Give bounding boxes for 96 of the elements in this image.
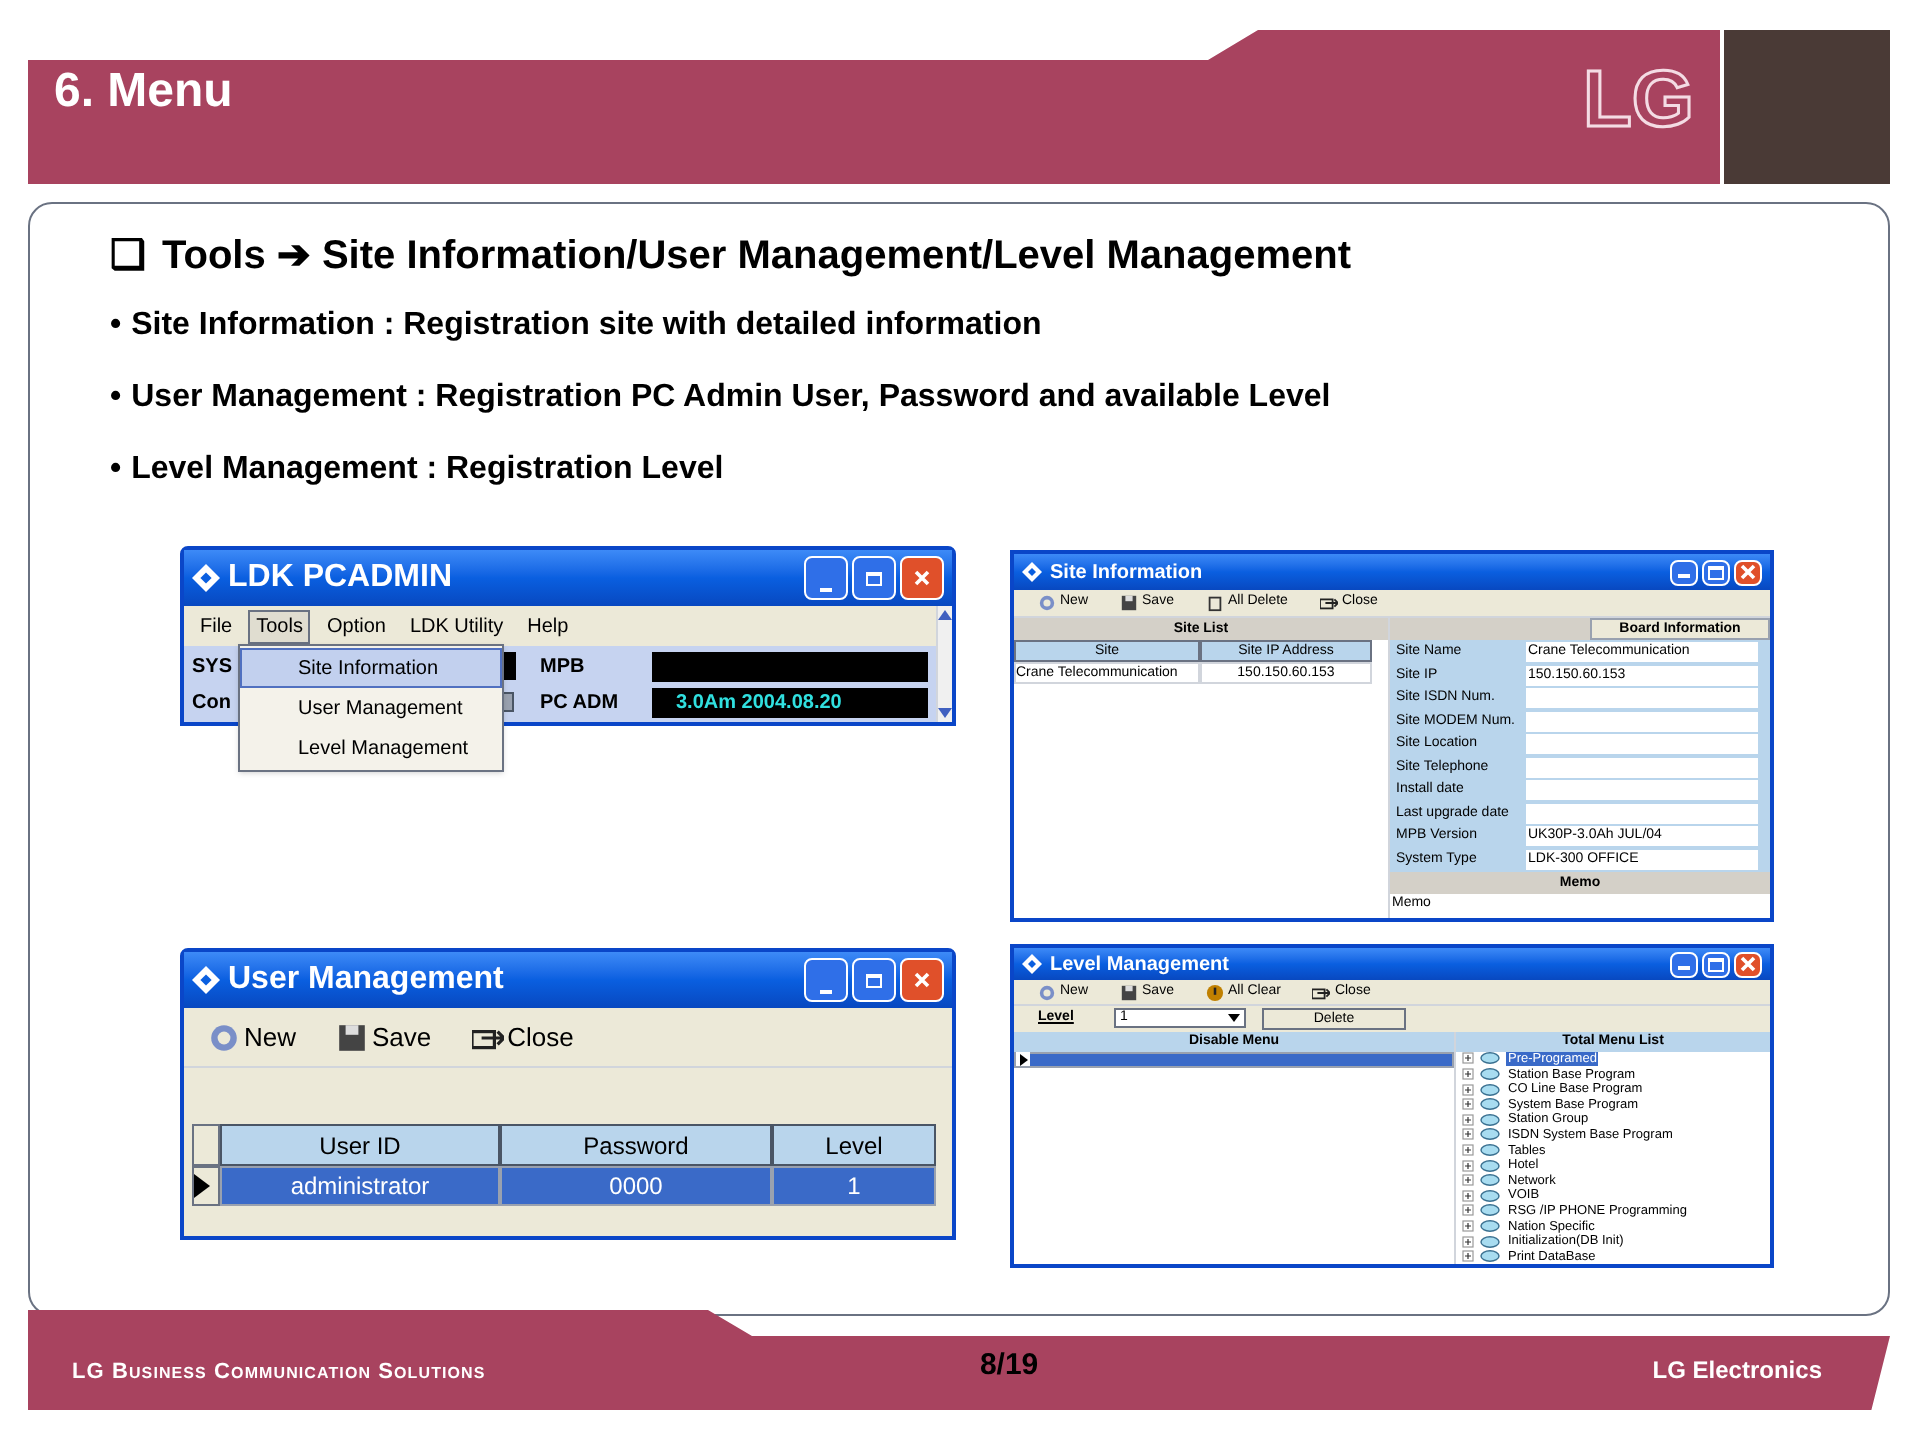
- close-icon: [914, 570, 930, 586]
- status-label: Con: [192, 689, 233, 717]
- caret-icon: [1228, 1014, 1240, 1023]
- logo: LG: [1582, 60, 1694, 140]
- scroll-down-icon: [938, 708, 952, 718]
- window-title: Site Information: [1050, 559, 1203, 587]
- text-field[interactable]: [1526, 780, 1758, 801]
- diamond-icon: [192, 564, 220, 592]
- diamond-icon: [1022, 954, 1042, 975]
- close-button[interactable]: [900, 958, 944, 1002]
- column-header: User ID: [220, 1124, 500, 1166]
- minimize-button[interactable]: [1670, 559, 1698, 585]
- minimize-icon: [1678, 965, 1690, 970]
- bullet-text: Site Information : Registration site with detailed information: [131, 306, 1042, 346]
- menu-option[interactable]: Level Management: [240, 728, 502, 768]
- maximize-button[interactable]: [1702, 951, 1730, 978]
- toolbar-button[interactable]: Close: [471, 1017, 574, 1057]
- expand-icon[interactable]: [1462, 1159, 1474, 1172]
- maximize-button[interactable]: [1702, 559, 1730, 585]
- status-label: PC ADM: [540, 689, 621, 717]
- diamond-icon: [1022, 562, 1042, 582]
- text-field[interactable]: [1526, 734, 1758, 755]
- close-icon: [1740, 564, 1756, 580]
- minimize-button[interactable]: [804, 556, 848, 600]
- close-button[interactable]: [1734, 951, 1762, 978]
- page-number: 8/19: [979, 1345, 1039, 1385]
- text-field[interactable]: [1526, 688, 1758, 709]
- checkbox-bullet-icon: ❑: [110, 226, 146, 286]
- expand-icon[interactable]: [1462, 1250, 1474, 1263]
- expand-icon[interactable]: [1462, 1235, 1474, 1248]
- text-field[interactable]: [1526, 803, 1758, 824]
- text-field[interactable]: [1526, 757, 1758, 778]
- exit-icon: [1319, 594, 1338, 612]
- expand-icon[interactable]: [1462, 1113, 1474, 1126]
- expand-icon[interactable]: [1462, 1052, 1474, 1065]
- gear-icon: [208, 1021, 240, 1053]
- bullet-text: User Management : Registration PC Admin User, Password and available Level: [131, 378, 1331, 418]
- menu-option[interactable]: User Management: [240, 688, 502, 728]
- expand-icon[interactable]: [1462, 1068, 1474, 1081]
- bullet-text: Level Management : Registration Level: [131, 450, 724, 490]
- minimize-icon: [820, 588, 832, 592]
- minimize-button[interactable]: [804, 958, 848, 1002]
- window-title: Level Management: [1050, 951, 1229, 980]
- menu-item[interactable]: Tools: [248, 609, 311, 643]
- text-field[interactable]: [1526, 711, 1758, 732]
- minimize-icon: [820, 990, 832, 994]
- maximize-icon: [1708, 957, 1724, 972]
- expand-icon[interactable]: [1462, 1204, 1474, 1217]
- menu-item[interactable]: Help: [519, 609, 577, 643]
- expand-icon[interactable]: [1462, 1098, 1474, 1111]
- close-button[interactable]: [900, 556, 944, 600]
- slide-title: 6. Menu: [54, 62, 233, 122]
- footer-text: LG Business Communication Solutions: [72, 1357, 486, 1387]
- warning-icon: [1205, 983, 1224, 1002]
- minimize-button[interactable]: [1670, 951, 1698, 978]
- menu-option[interactable]: Site Information: [240, 648, 502, 688]
- status-label: MPB: [540, 653, 587, 681]
- maximize-icon: [1708, 565, 1724, 579]
- window-title: LDK PCADMIN: [228, 558, 452, 598]
- maximize-icon: [866, 571, 882, 585]
- expand-icon[interactable]: [1462, 1174, 1474, 1187]
- maximize-button[interactable]: [852, 958, 896, 1002]
- menu-item[interactable]: File: [192, 609, 241, 643]
- column-header: Level: [772, 1124, 936, 1166]
- table-cell[interactable]: administrator: [220, 1166, 500, 1206]
- maximize-button[interactable]: [852, 556, 896, 600]
- expand-icon[interactable]: [1462, 1220, 1474, 1233]
- footer-brand: LG Electronics: [1652, 1354, 1822, 1388]
- close-icon: [914, 972, 930, 988]
- save-icon: [336, 1021, 369, 1053]
- status-label: SYS: [192, 653, 235, 681]
- row-pointer-icon: [1016, 1052, 1030, 1067]
- section-heading: Tools ➔ Site Information/User Management/Level Management: [162, 232, 1352, 282]
- table-cell[interactable]: 1: [772, 1166, 936, 1206]
- scroll-up-icon: [938, 610, 952, 620]
- menu-item[interactable]: LDK Utility: [401, 609, 512, 643]
- diamond-icon: [192, 966, 220, 994]
- toolbar-button[interactable]: New: [208, 1017, 297, 1057]
- bullet-icon: •: [110, 302, 122, 350]
- toolbar-button[interactable]: Save: [336, 1017, 432, 1057]
- column-header: Password: [500, 1124, 772, 1166]
- expand-icon[interactable]: [1462, 1144, 1474, 1157]
- maximize-icon: [866, 973, 882, 987]
- minimize-icon: [1678, 573, 1690, 577]
- exit-icon: [1312, 983, 1331, 1002]
- close-icon: [1740, 956, 1756, 973]
- table-cell[interactable]: 0000: [500, 1166, 772, 1206]
- bullet-icon: •: [110, 446, 122, 494]
- close-button[interactable]: [1734, 559, 1762, 585]
- window-title: User Management: [228, 960, 504, 1000]
- status-field: 3.0Am 2004.08.20: [652, 687, 928, 717]
- expand-icon[interactable]: [1462, 1083, 1474, 1096]
- expand-icon[interactable]: [1462, 1128, 1474, 1141]
- bullet-icon: •: [110, 374, 122, 422]
- expand-icon[interactable]: [1462, 1189, 1474, 1202]
- menu-item[interactable]: Option: [318, 609, 394, 643]
